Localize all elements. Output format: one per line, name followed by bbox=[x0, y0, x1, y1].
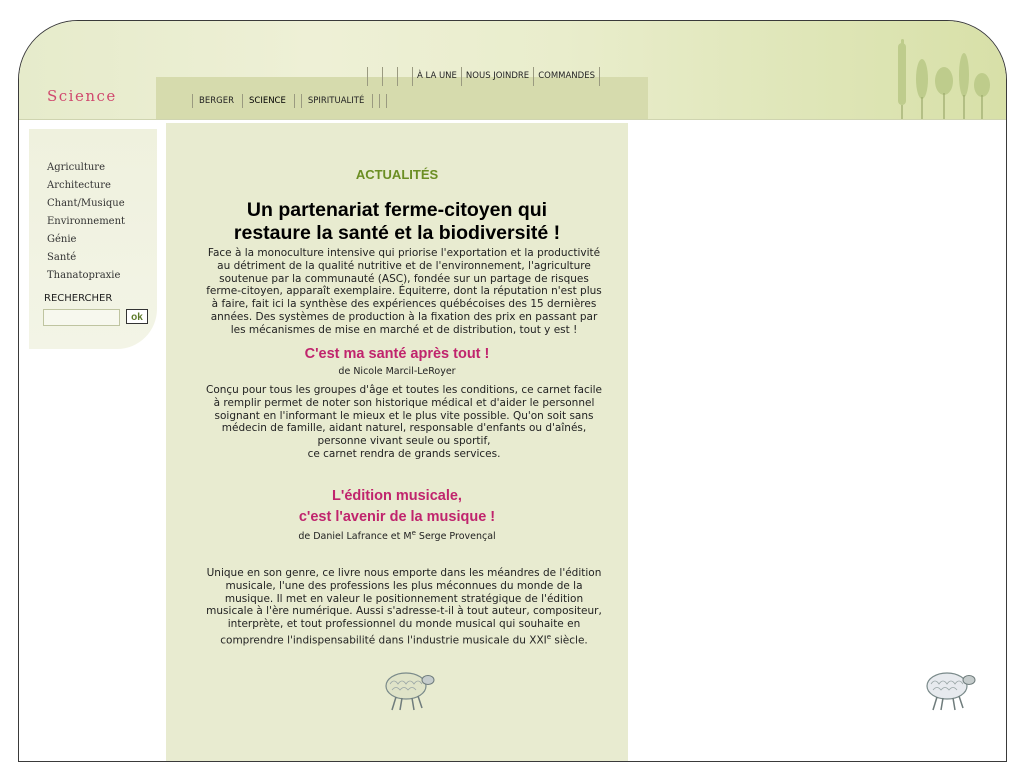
sidebar-item-sante[interactable]: Santé bbox=[47, 249, 125, 267]
sub-nav-spiritualite[interactable]: SPIRITUALITÉ bbox=[308, 94, 364, 108]
nav-divider bbox=[382, 67, 383, 86]
article3-body-last-line: comprendre l'indispensabilité dans l'ind… bbox=[194, 631, 614, 647]
article1-body-line: au détriment de la qualité nutritive et … bbox=[217, 259, 591, 272]
article3-body: Unique en son genre, ce livre nous empor… bbox=[194, 567, 614, 647]
article1-body-line: années. Des systèmes de production à la … bbox=[210, 310, 598, 323]
article2-body-line: ce carnet rendra de grands services. bbox=[307, 447, 501, 460]
article3-body-line: musique. Il met en valeur le positionnem… bbox=[224, 592, 584, 605]
article3-last-pre: comprendre l'indispensabilité dans l'ind… bbox=[220, 634, 547, 647]
search-label: RECHERCHER bbox=[44, 293, 113, 304]
article3-author: de Daniel Lafrance et Me Serge Provençal bbox=[166, 529, 628, 542]
sidebar: Agriculture Architecture Chant/Musique E… bbox=[29, 129, 157, 349]
search-submit-button[interactable]: ok bbox=[126, 309, 148, 324]
site-logo[interactable]: Science bbox=[47, 87, 117, 105]
article3-title[interactable]: L'édition musicale, c'est l'avenir de la… bbox=[166, 486, 628, 528]
article2-body-line: médecin de famille, aidant naturel, resp… bbox=[221, 422, 587, 435]
article3-title-line1: L'édition musicale, bbox=[332, 488, 462, 504]
article3-title-line2: c'est l'avenir de la musique ! bbox=[298, 509, 496, 525]
sidebar-item-agriculture[interactable]: Agriculture bbox=[47, 159, 125, 177]
article3-author-post: Serge Provençal bbox=[415, 531, 496, 543]
header-divider bbox=[19, 119, 1006, 120]
article1-body-line: à faire, fait ici la synthèse des expéri… bbox=[211, 298, 597, 311]
sub-nav: BERGER SCIENCE SPIRITUALITÉ bbox=[192, 94, 393, 108]
sidebar-item-environnement[interactable]: Environnement bbox=[47, 213, 125, 231]
nav-divider bbox=[367, 67, 368, 86]
article2-body-line: à remplir permet de noter son historique… bbox=[213, 396, 595, 409]
main-content: ACTUALITÉS Un partenariat ferme-citoyen … bbox=[166, 123, 628, 761]
sidebar-menu: Agriculture Architecture Chant/Musique E… bbox=[47, 159, 125, 285]
article2-body-line: soignant en l'informant le mieux et le p… bbox=[214, 409, 594, 422]
article2-title[interactable]: C'est ma santé après tout ! bbox=[166, 344, 628, 365]
article2-body-line: Conçu pour tous les groupes d'âge et tou… bbox=[205, 384, 603, 396]
top-nav-a-la-une[interactable]: À LA UNE bbox=[413, 67, 462, 86]
trees-illustration bbox=[898, 39, 990, 119]
article2-author: de Nicole Marcil-LeRoyer bbox=[338, 366, 456, 377]
article1-body-line: Face à la monoculture intensive qui prio… bbox=[207, 247, 601, 259]
article3-body-line: Unique en son genre, ce livre nous empor… bbox=[206, 567, 602, 579]
article1-title[interactable]: Un partenariat ferme-citoyen qui restaur… bbox=[166, 199, 628, 245]
article1-title-line2: restaure la santé et la biodiversité ! bbox=[233, 222, 561, 244]
article1-body: Face à la monoculture intensive qui prio… bbox=[194, 247, 614, 337]
search-input[interactable] bbox=[43, 309, 120, 326]
nav-divider bbox=[386, 94, 388, 108]
nav-divider bbox=[379, 94, 381, 108]
top-nav-commandes[interactable]: COMMANDES bbox=[534, 67, 600, 86]
nav-divider bbox=[300, 94, 302, 108]
article2-body: Conçu pour tous les groupes d'âge et tou… bbox=[194, 384, 614, 461]
sub-nav-science[interactable]: SCIENCE bbox=[249, 94, 286, 108]
article3-body-line: interprète, et tout professionnel du mon… bbox=[227, 618, 581, 631]
article1-body-line: ferme-citoyen, apparaît exemplaire. Équi… bbox=[206, 285, 602, 298]
section-title: ACTUALITÉS bbox=[355, 167, 439, 182]
top-nav-nous-joindre[interactable]: NOUS JOINDRE bbox=[462, 67, 535, 86]
article2-body-line: personne vivant seule ou sportif, bbox=[317, 435, 491, 448]
nav-divider bbox=[397, 67, 398, 86]
article1-title-line1: Un partenariat ferme-citoyen qui bbox=[246, 199, 548, 221]
article1-body-line: les mécanismes de mise en marché et de d… bbox=[230, 323, 578, 336]
nav-divider bbox=[192, 94, 193, 108]
nav-divider bbox=[241, 94, 243, 108]
page-frame: Science À LA UNE NOUS JOINDRE COMMANDES … bbox=[18, 20, 1007, 762]
article3-last-post: siècle. bbox=[551, 634, 588, 647]
article3-author-pre: de Daniel Lafrance et M bbox=[298, 531, 412, 543]
sidebar-item-thanatopraxie[interactable]: Thanatopraxie bbox=[47, 267, 125, 285]
nav-divider bbox=[293, 94, 295, 108]
sidebar-item-genie[interactable]: Génie bbox=[47, 231, 125, 249]
top-nav: À LA UNE NOUS JOINDRE COMMANDES bbox=[367, 67, 600, 86]
article3-body-line: musicale, l'une des professions les plus… bbox=[225, 579, 583, 592]
article1-body-line: soutenue par la communauté (ASC), fondée… bbox=[219, 272, 589, 285]
sheep-icon bbox=[385, 672, 435, 711]
sidebar-item-chant-musique[interactable]: Chant/Musique bbox=[47, 195, 125, 213]
sub-nav-berger[interactable]: BERGER bbox=[199, 94, 234, 108]
sidebar-item-architecture[interactable]: Architecture bbox=[47, 177, 125, 195]
article3-body-line: musicale à l'ère numérique. Aussi s'adre… bbox=[206, 605, 602, 618]
nav-divider bbox=[372, 94, 374, 108]
sheep-icon bbox=[926, 672, 976, 711]
